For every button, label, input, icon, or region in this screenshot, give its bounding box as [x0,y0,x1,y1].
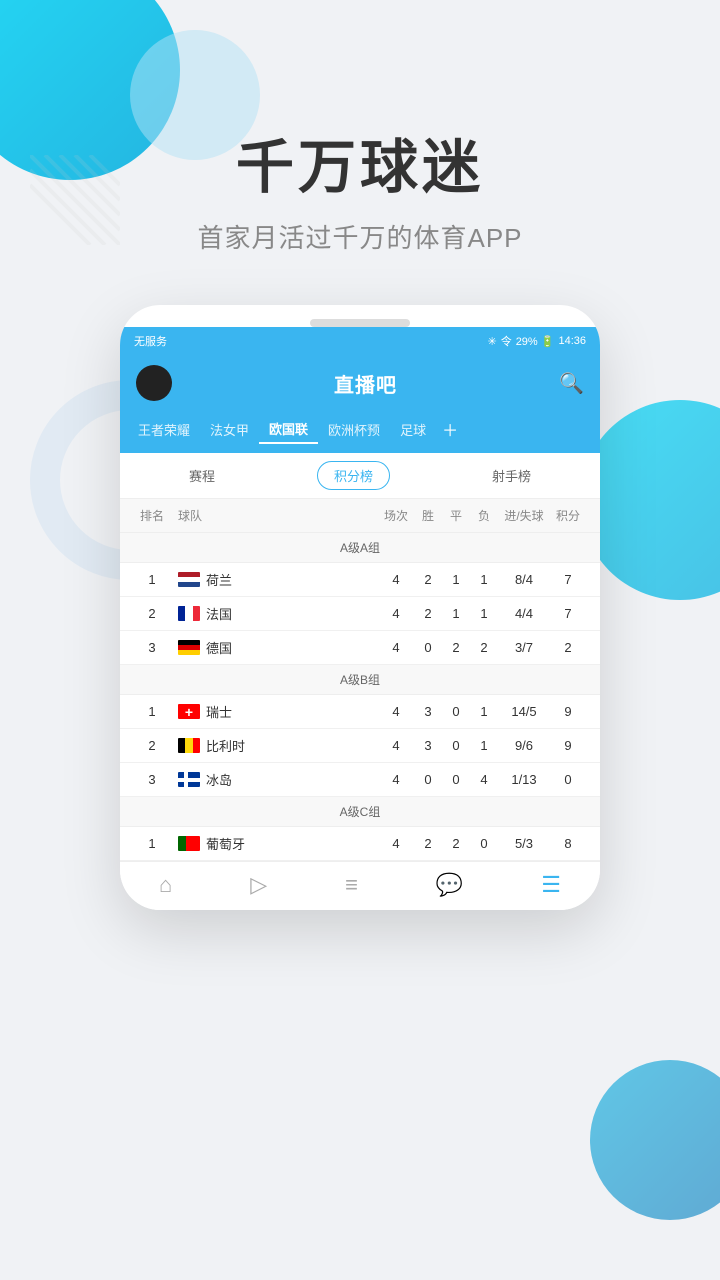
table-row[interactable]: 1 荷兰 4 2 1 1 8/4 7 [120,563,600,597]
bottom-nav-list[interactable]: ☰ [541,872,561,898]
search-icon[interactable]: 🔍 [559,371,584,396]
status-service: 无服务 [134,333,167,349]
table-header-row: 排名 球队 场次 胜 平 负 进/失球 积分 [120,499,600,533]
bottom-nav: ⌂ ▷ ≡ 💬 ☰ [120,861,600,910]
sub-nav: 赛程 积分榜 射手榜 [120,453,600,499]
flag-fr [178,606,200,621]
nav-tabs: 王者荣耀 法女甲 欧国联 欧洲杯预 足球 ＋ [120,413,600,453]
list-icon: ☰ [541,872,561,898]
tab-欧洲杯预[interactable]: 欧洲杯预 [318,416,390,443]
battery-text: 29% 🔋 [516,335,555,348]
phone-notch [310,319,410,327]
phone-frame: 无服务 ✳ 令 29% 🔋 14:36 直播吧 🔍 王者荣耀 法女甲 欧国联 欧… [120,305,600,910]
header-team: 球队 [170,507,378,524]
add-tab-button[interactable]: ＋ [436,413,464,445]
header-pts: 积分 [550,507,586,524]
subnav-scorers[interactable]: 射手榜 [476,462,547,489]
play-icon: ▷ [250,872,267,898]
header-lose: 负 [470,507,498,524]
bg-decoration-circle-br [590,1060,720,1220]
tab-法女甲[interactable]: 法女甲 [200,416,259,443]
tab-王者荣耀[interactable]: 王者荣耀 [128,416,200,443]
status-bar: 无服务 ✳ 令 29% 🔋 14:36 [120,327,600,355]
hero-section: 千万球迷 首家月活过千万的体育APP [0,0,720,255]
header-win: 胜 [414,507,442,524]
app-header: 直播吧 🔍 [120,355,600,413]
flag-nl [178,572,200,587]
bottom-nav-home[interactable]: ⌂ [159,872,172,898]
flag-pt [178,836,200,851]
flag-is [178,772,200,787]
header-gd: 进/失球 [498,507,550,524]
table-row[interactable]: 3 冰岛 4 0 0 4 1/13 0 [120,763,600,797]
chat-icon: 💬 [436,872,463,898]
wifi-icon: 令 [501,333,512,349]
header-draw: 平 [442,507,470,524]
header-played: 场次 [378,507,414,524]
table-row[interactable]: 2 比利时 4 3 0 1 9/6 9 [120,729,600,763]
subnav-standings[interactable]: 积分榜 [317,461,390,490]
tab-欧国联[interactable]: 欧国联 [259,415,318,444]
table-row[interactable]: 1 瑞士 4 3 0 1 14/5 9 [120,695,600,729]
tab-足球[interactable]: 足球 [390,416,436,443]
flag-be [178,738,200,753]
hero-subtitle: 首家月活过千万的体育APP [0,218,720,255]
header-rank: 排名 [134,507,170,524]
table-row[interactable]: 3 德国 4 0 2 2 3/7 2 [120,631,600,665]
flag-ch [178,704,200,719]
group-a-header: A级A组 [120,533,600,563]
standings-table: 排名 球队 场次 胜 平 负 进/失球 积分 A级A组 1 荷兰 4 2 1 1 [120,499,600,861]
app-title: 直播吧 [334,369,397,398]
group-c-header: A级C组 [120,797,600,827]
home-icon: ⌂ [159,872,172,898]
group-b-header: A级B组 [120,665,600,695]
bottom-nav-news[interactable]: ≡ [345,872,358,898]
bottom-nav-play[interactable]: ▷ [250,872,267,898]
table-row[interactable]: 1 葡萄牙 4 2 2 0 5/3 8 [120,827,600,861]
hero-title: 千万球迷 [0,120,720,204]
subnav-schedule[interactable]: 赛程 [173,462,231,489]
table-row[interactable]: 2 法国 4 2 1 1 4/4 7 [120,597,600,631]
status-right: ✳ 令 29% 🔋 14:36 [487,333,586,349]
time: 14:36 [558,335,586,347]
avatar[interactable] [136,365,172,401]
flag-de [178,640,200,655]
bottom-nav-chat[interactable]: 💬 [436,872,463,898]
news-icon: ≡ [345,872,358,898]
phone-mockup: 无服务 ✳ 令 29% 🔋 14:36 直播吧 🔍 王者荣耀 法女甲 欧国联 欧… [0,305,720,910]
bluetooth-icon: ✳ [487,335,496,348]
